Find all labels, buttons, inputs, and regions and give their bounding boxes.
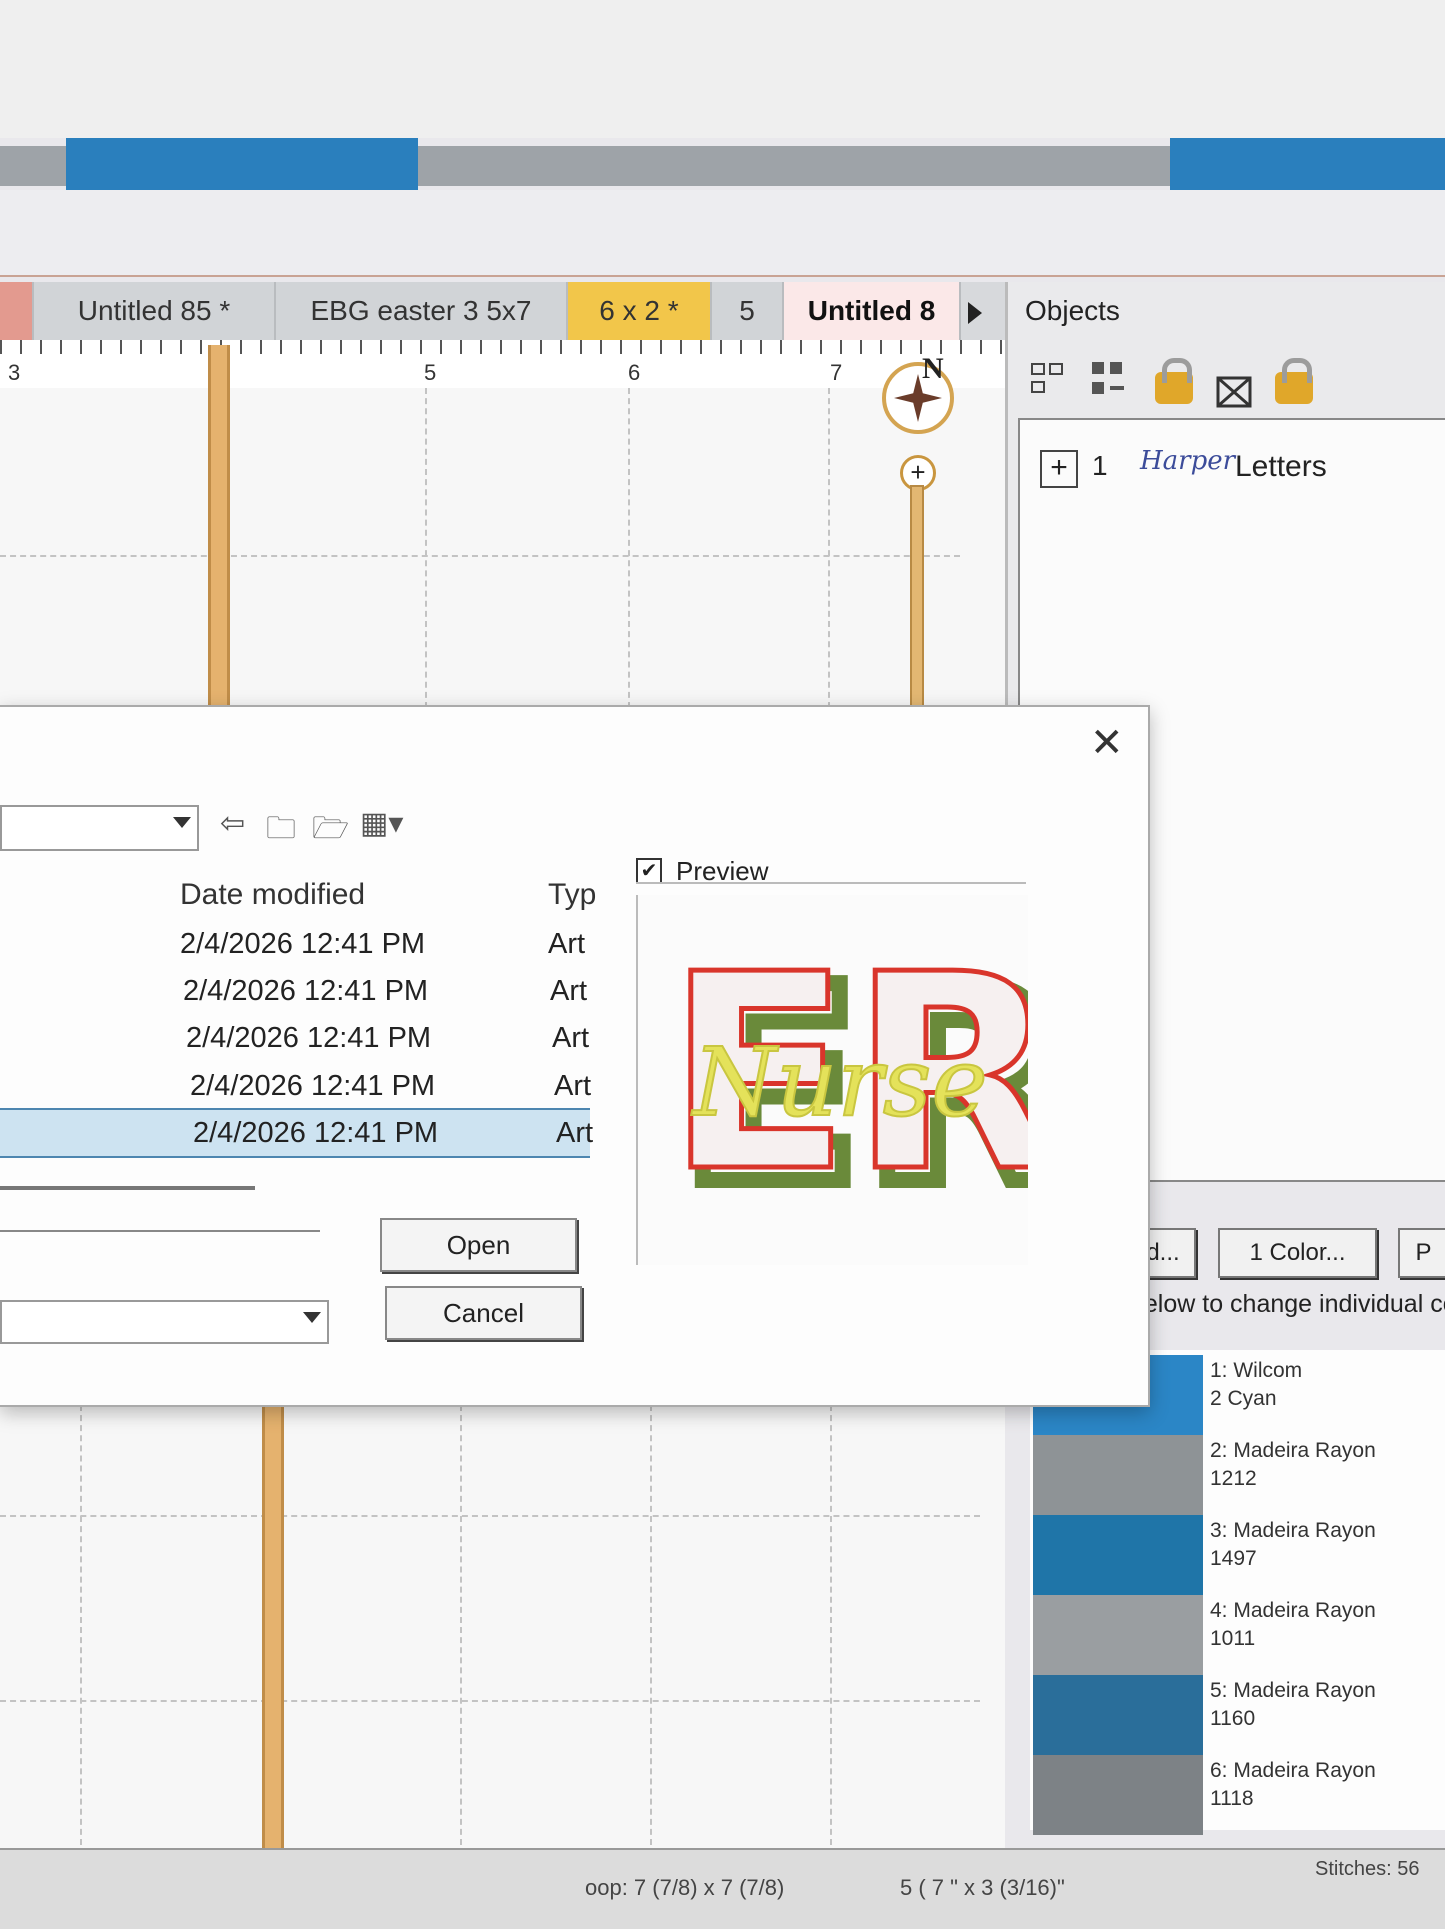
file-row-type[interactable]: Art — [556, 1117, 593, 1150]
document-tabs: Untitled 85 * EBG easter 3 5x7 6 x 2 * 5… — [0, 282, 1005, 340]
app-toolbar — [0, 190, 1445, 277]
file-row-date[interactable]: 2/4/2026 12:41 PM — [186, 1022, 431, 1055]
column-date-modified[interactable]: Date modified — [180, 878, 365, 912]
thread-name: 3: Madeira Rayon — [1210, 1519, 1376, 1542]
grid-line — [460, 1405, 462, 1845]
hoop-edge — [208, 345, 230, 710]
ruler-tick-6: 6 — [628, 360, 641, 385]
file-row-date[interactable]: 2/4/2026 12:41 PM — [180, 928, 425, 961]
grid-line — [425, 388, 427, 708]
monitor-top — [0, 0, 1445, 138]
thread-name: 1: Wilcom — [1210, 1359, 1303, 1382]
ruler-tick-5: 5 — [424, 360, 437, 385]
file-row-date[interactable]: 2/4/2026 12:41 PM — [190, 1070, 435, 1103]
tab-6x2[interactable]: 6 x 2 * — [568, 282, 712, 340]
design-preview: ER ER Nurse — [636, 895, 1078, 1265]
ungroup-icon[interactable] — [1090, 358, 1128, 400]
tab-5[interactable]: 5 — [712, 282, 784, 340]
back-icon[interactable]: ⇦ — [220, 806, 245, 841]
close-icon[interactable]: ✕ — [1090, 720, 1124, 766]
ruler-tick-3: 3 — [8, 360, 21, 385]
active-window-bar — [66, 138, 418, 190]
thread-swatch[interactable] — [1033, 1755, 1203, 1835]
object-number: 1 — [1092, 450, 1108, 481]
cancel-button[interactable]: Cancel — [385, 1286, 582, 1340]
up-folder-icon[interactable]: 🗀 — [266, 806, 296, 857]
file-row-type[interactable]: Art — [554, 1070, 591, 1103]
compass-north-label: N — [922, 352, 944, 385]
grid-line — [828, 388, 830, 708]
preview-checkbox[interactable]: ✔ — [636, 858, 662, 884]
object-label[interactable]: Letters — [1235, 450, 1327, 484]
thread-name: 5: Madeira Rayon — [1210, 1679, 1376, 1702]
status-hoop: oop: 7 (7/8) x 7 (7/8) — [585, 1875, 785, 1900]
thread-swatch[interactable] — [1033, 1515, 1203, 1595]
group-icon[interactable] — [1030, 358, 1068, 400]
grid-line — [650, 1405, 652, 1845]
thread-code: 1011 — [1210, 1627, 1256, 1650]
thread-name: 4: Madeira Rayon — [1210, 1599, 1376, 1622]
grid-line — [0, 1700, 980, 1702]
horizontal-ruler — [0, 340, 1005, 389]
file-row-date[interactable]: 2/4/2026 12:41 PM — [183, 975, 428, 1008]
tab-scroll-right-icon[interactable] — [968, 302, 982, 324]
look-in-combo[interactable] — [0, 805, 199, 851]
file-row-type[interactable]: Art — [552, 1022, 589, 1055]
one-color-button[interactable]: 1 Color... — [1218, 1228, 1377, 1278]
thread-code: 1160 — [1210, 1707, 1256, 1730]
object-preview-script: Harper — [1140, 446, 1236, 476]
thread-swatch[interactable] — [1033, 1435, 1203, 1515]
unlock-icon[interactable] — [1275, 358, 1313, 404]
file-row-type[interactable]: Art — [550, 975, 587, 1008]
status-stitches: Stitches: 56 — [1315, 1858, 1420, 1880]
divider — [0, 1186, 255, 1190]
status-size: 5 ( 7 " x 3 (3/16)" — [900, 1875, 1065, 1900]
chevron-down-icon — [173, 817, 191, 828]
chevron-down-icon — [303, 1312, 321, 1323]
tab-partial[interactable] — [0, 282, 34, 340]
hoop-edge — [262, 1400, 284, 1848]
file-row-type[interactable]: Art — [548, 928, 585, 961]
open-button[interactable]: Open — [380, 1218, 577, 1272]
grid-line — [0, 1515, 980, 1517]
thread-name: 2: Madeira Rayon — [1210, 1439, 1376, 1462]
thread-name: 6: Madeira Rayon — [1210, 1759, 1376, 1782]
zoom-slider[interactable] — [910, 485, 924, 719]
grid-line — [830, 1405, 832, 1845]
ruler-tick-7: 7 — [830, 360, 843, 385]
grid-line — [0, 555, 960, 557]
objects-panel-title: Objects — [1025, 295, 1120, 326]
thread-swatch[interactable] — [1033, 1595, 1203, 1675]
tab-ebg-easter[interactable]: EBG easter 3 5x7 — [276, 282, 568, 340]
column-type[interactable]: Typ — [548, 878, 596, 912]
tab-untitled-85[interactable]: Untitled 85 * — [34, 282, 276, 340]
color-button-right[interactable]: P — [1398, 1228, 1445, 1278]
thread-code: 1497 — [1210, 1547, 1257, 1570]
expand-icon[interactable]: + — [1040, 450, 1078, 488]
thread-swatch[interactable] — [1033, 1675, 1203, 1755]
view-menu-icon[interactable]: ▦▾ — [360, 806, 403, 841]
thread-code: 1212 — [1210, 1467, 1257, 1490]
file-name-field[interactable] — [0, 1210, 320, 1232]
thread-code: 2 Cyan — [1210, 1387, 1277, 1410]
preview-script: Nurse — [691, 1028, 988, 1138]
color-helper-text: below to change individual co — [1130, 1290, 1445, 1318]
thread-code: 1118 — [1210, 1787, 1254, 1810]
divider — [636, 882, 1026, 884]
new-folder-icon[interactable]: 🗁 — [312, 806, 349, 857]
lock-icon[interactable] — [1155, 358, 1193, 404]
file-row-date[interactable]: 2/4/2026 12:41 PM — [193, 1117, 438, 1150]
lock-all-icon[interactable] — [1215, 368, 1253, 410]
tab-untitled-8[interactable]: Untitled 8 — [784, 282, 961, 340]
window-bar-right — [1170, 138, 1445, 190]
grid-line — [628, 388, 630, 708]
file-type-combo[interactable] — [0, 1300, 329, 1344]
grid-line — [80, 1405, 82, 1845]
